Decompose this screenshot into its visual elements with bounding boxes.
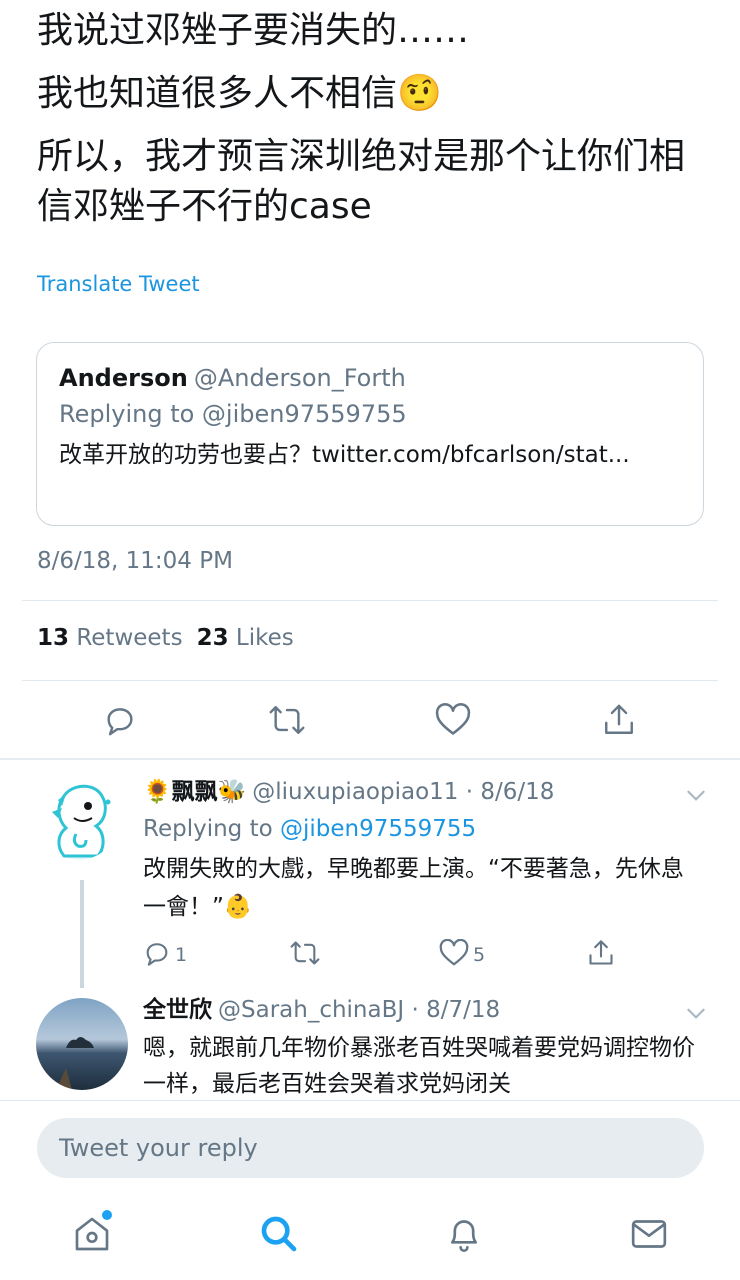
retweets-stat[interactable]: 13 Retweets [37, 625, 183, 651]
tweet-reply-input[interactable]: Tweet your reply [37, 1118, 704, 1178]
bottom-tab-bar [0, 1188, 740, 1280]
reply-button[interactable]: 1 [143, 938, 187, 972]
reply-author-handle: @Sarah_chinaBJ · 8/7/18 [218, 997, 501, 1023]
chevron-down-icon[interactable] [683, 782, 709, 808]
avatar[interactable] [36, 776, 120, 860]
reply-author-name[interactable]: 🌻飘飘🐝 [143, 779, 246, 805]
retweets-label: Retweets [76, 625, 183, 651]
like-icon[interactable] [433, 700, 473, 740]
reply-header: 全世欣 @Sarah_chinaBJ · 8/7/18 [143, 994, 500, 1026]
tweet-stats: 13 Retweets 23 Likes [37, 625, 294, 651]
quoted-tweet-text: 改革开放的功劳也要占？twitter.com/bfcarlson/stat... [59, 442, 630, 468]
section-divider [0, 758, 740, 760]
reply-author-name[interactable]: 全世欣 [143, 997, 212, 1023]
notifications-icon[interactable] [440, 1210, 488, 1258]
divider [22, 680, 718, 681]
reply-icon [143, 939, 171, 972]
reply-action-bar: 1 5 [143, 938, 663, 972]
reply-tweet[interactable]: 全世欣 @Sarah_chinaBJ · 8/7/18 嗯，就跟前几年物价暴涨老百… [0, 992, 740, 1100]
share-icon [587, 938, 615, 973]
share-button[interactable] [587, 938, 615, 972]
chevron-down-icon[interactable] [683, 1000, 709, 1026]
reply-text: 改開失敗的大戲，早晚都要上演。“不要著急，先休息一會！”👶 [143, 856, 684, 920]
tweet-detail-screen: 我说过邓矬子要消失的…… 我也知道很多人不相信🤨 所以，我才预言深圳绝对是那个让… [0, 0, 740, 1280]
reply-icon[interactable] [100, 700, 140, 740]
retweets-count: 13 [37, 625, 70, 651]
tweet-timestamp: 8/6/18, 11:04 PM [37, 548, 233, 574]
quoted-tweet-header: Anderson @Anderson_Forth [59, 361, 681, 395]
retweet-icon[interactable] [267, 700, 307, 740]
quoted-author-name: Anderson [59, 364, 188, 392]
search-icon[interactable] [255, 1210, 303, 1258]
share-icon[interactable] [599, 700, 639, 740]
new-content-dot [102, 1210, 112, 1220]
quoted-replying-to: Replying to @jiben97559755 [59, 400, 407, 428]
reply-author-handle: @liuxupiaopiao11 · 8/6/18 [252, 779, 555, 805]
quoted-tweet[interactable]: Anderson @Anderson_Forth Replying to @jib… [36, 342, 704, 526]
translate-tweet-link[interactable]: Translate Tweet [37, 272, 200, 296]
messages-icon[interactable] [625, 1210, 673, 1258]
replying-to-mention[interactable]: @jiben97559755 [280, 816, 476, 842]
tweet-line: 我也知道很多人不相信🤨 [37, 73, 442, 114]
reply-text: 嗯，就跟前几年物价暴涨老百姓哭喊着要党妈调控物价一样，最后老百姓会哭着求党妈闭关 [143, 1035, 695, 1097]
retweet-icon [289, 939, 321, 972]
like-icon [439, 938, 469, 972]
tweet-line: 所以，我才预言深圳绝对是那个让你们相信邓矬子不行的case [37, 136, 686, 227]
like-button[interactable]: 5 [439, 938, 485, 972]
tweet-action-bar [0, 690, 740, 750]
reply-tweet[interactable]: 🌻飘飘🐝 @liuxupiaopiao11 · 8/6/18 Replying t… [0, 762, 740, 992]
avatar[interactable] [36, 998, 128, 1090]
reply-header: 🌻飘飘🐝 @liuxupiaopiao11 · 8/6/18 [143, 776, 554, 808]
retweet-button[interactable] [289, 938, 325, 972]
likes-count: 23 [196, 625, 229, 651]
like-count: 5 [473, 944, 486, 966]
tweet-line: 我说过邓矬子要消失的…… [37, 10, 470, 51]
reply-replying-to: Replying to @jiben97559755 [143, 813, 476, 845]
divider [22, 600, 718, 601]
reply-count: 1 [175, 944, 188, 966]
thread-connector [80, 880, 84, 988]
quoted-author-handle: @Anderson_Forth [193, 364, 406, 392]
tweet-body: 我说过邓矬子要消失的…… 我也知道很多人不相信🤨 所以，我才预言深圳绝对是那个让… [37, 6, 717, 245]
replying-to-prefix: Replying to [143, 816, 280, 842]
likes-stat[interactable]: 23 Likes [197, 625, 294, 651]
likes-label: Likes [235, 625, 294, 651]
